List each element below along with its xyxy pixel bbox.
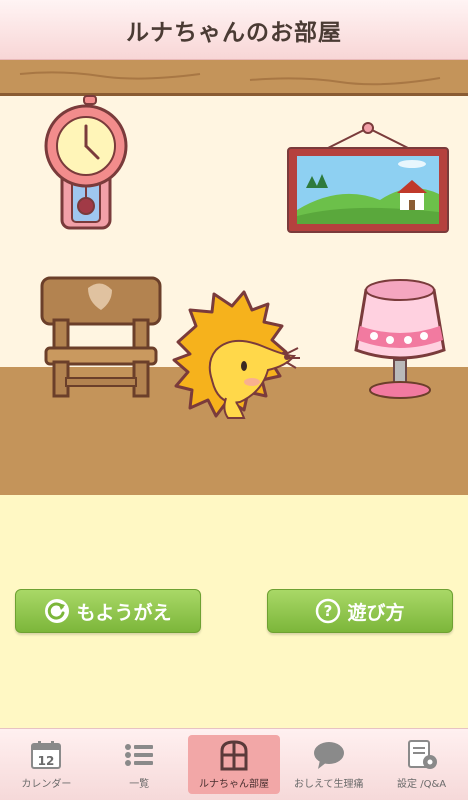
tab-label: カレンダー [21, 779, 72, 790]
change-room-button[interactable]: もようがえ [15, 589, 201, 633]
tab-label: ルナちゃん部屋 [198, 779, 269, 790]
app-header: ルナちゃんのお部屋 [0, 0, 468, 60]
refresh-icon [44, 598, 70, 624]
list-icon [121, 739, 157, 771]
how-to-play-button[interactable]: ? 遊び方 [267, 589, 453, 633]
tab-period-pain[interactable]: おしえて生理痛 [282, 729, 375, 800]
settings-doc-icon [404, 739, 440, 771]
how-to-play-label: 遊び方 [347, 601, 405, 624]
calendar-icon: 12 [28, 739, 64, 771]
tab-label: おしえて生理痛 [294, 779, 364, 790]
page-title: ルナちゃんのお部屋 [126, 19, 342, 46]
window-icon [216, 739, 252, 771]
help-icon: ? [315, 598, 341, 624]
calendar-badge: 12 [38, 754, 55, 768]
room-scene[interactable] [0, 60, 468, 495]
chat-bubble-icon [311, 739, 347, 771]
svg-text:?: ? [324, 602, 333, 620]
tab-label: 一覧 [129, 779, 150, 790]
change-room-label: もようがえ [76, 601, 172, 624]
bottom-tab-bar: 12 カレンダー 一覧 ルナちゃん部屋 おしえて生理痛 設定 /Q&A [0, 728, 468, 800]
tab-settings[interactable]: 設定 /Q&A [375, 729, 468, 800]
tab-label: 設定 /Q&A [397, 779, 447, 790]
tab-luna-room[interactable]: ルナちゃん部屋 [187, 735, 281, 794]
tab-calendar[interactable]: 12 カレンダー [0, 729, 93, 800]
tab-list[interactable]: 一覧 [93, 729, 186, 800]
